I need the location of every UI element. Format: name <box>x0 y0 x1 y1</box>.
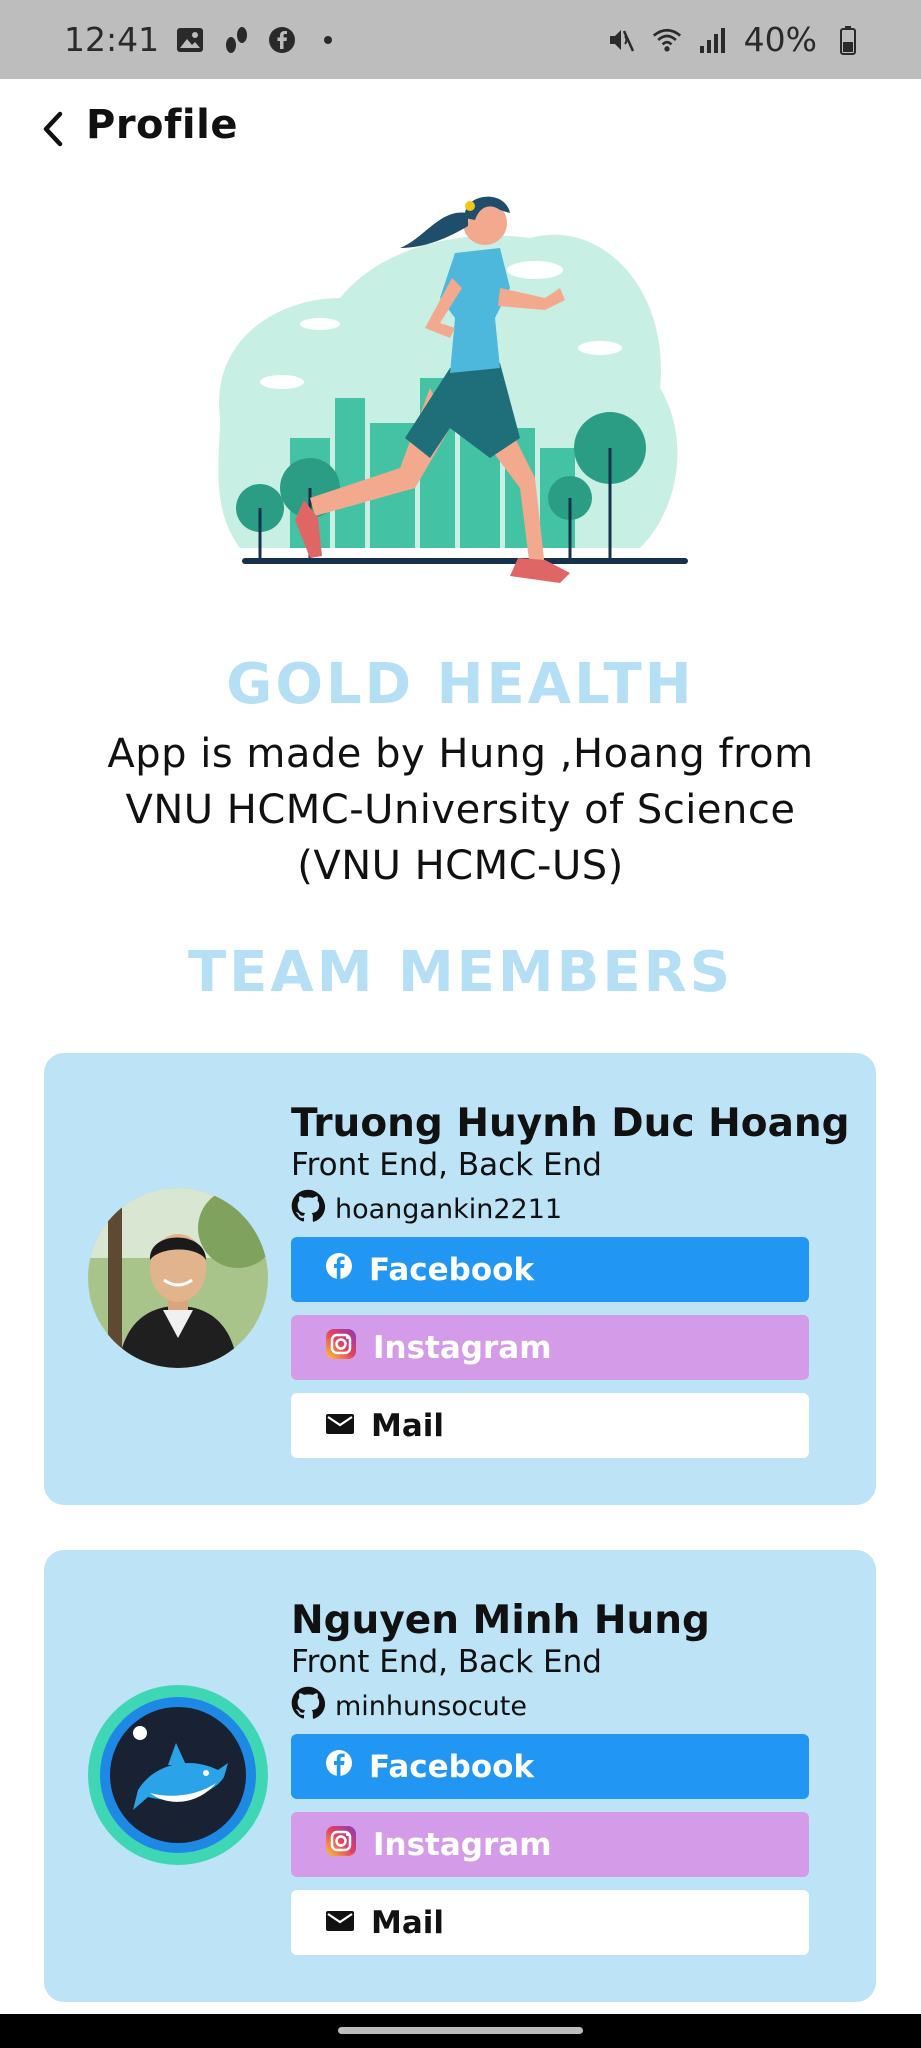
dot-icon <box>313 25 343 55</box>
member-role: Front End, Back End <box>291 1644 602 1680</box>
description-line: VNU HCMC-University of Science <box>125 787 796 833</box>
battery-percent: 40% <box>743 20 817 59</box>
github-link[interactable]: minhunsocute <box>291 1686 527 1727</box>
github-username: hoangankin2211 <box>335 1194 563 1225</box>
home-gesture-handle[interactable] <box>338 2027 583 2034</box>
github-link[interactable]: hoangankin2211 <box>291 1189 562 1230</box>
mail-button[interactable]: Mail <box>291 1890 809 1955</box>
instagram-button-label: Instagram <box>373 1329 552 1366</box>
member-card: Truong Huynh Duc Hoang Front End, Back E… <box>44 1053 876 1505</box>
mail-button-label: Mail <box>371 1904 445 1941</box>
app-name: GOLD HEALTH <box>226 652 695 717</box>
description-line: (VNU HCMC-US) <box>297 843 624 889</box>
status-bar: 12:41 40% <box>0 0 921 79</box>
app-description: App is made by Hung ,Hoang from VNU HCMC… <box>40 726 881 894</box>
member-name: Truong Huynh Duc Hoang <box>291 1101 850 1146</box>
system-navigation-bar <box>0 2014 921 2048</box>
facebook-icon <box>325 1252 353 1288</box>
gallery-icon <box>175 25 205 55</box>
signal-icon <box>698 25 728 55</box>
member-role: Front End, Back End <box>291 1147 602 1183</box>
github-username: minhunsocute <box>335 1691 527 1722</box>
battery-icon <box>833 25 863 55</box>
facebook-button-label: Facebook <box>369 1748 535 1785</box>
mute-icon <box>606 25 636 55</box>
member-card: Nguyen Minh Hung Front End, Back End min… <box>44 1550 876 2002</box>
instagram-button[interactable]: Instagram <box>291 1812 809 1877</box>
mail-icon <box>325 1408 355 1444</box>
mail-button[interactable]: Mail <box>291 1393 809 1458</box>
app-bar: Profile <box>0 96 921 162</box>
avatar <box>88 1685 268 1865</box>
facebook-icon <box>325 1749 353 1785</box>
instagram-button[interactable]: Instagram <box>291 1315 809 1380</box>
description-line: App is made by Hung ,Hoang from <box>107 731 814 777</box>
wifi-icon <box>652 25 682 55</box>
github-icon <box>291 1686 326 1727</box>
facebook-button[interactable]: Facebook <box>291 1734 809 1799</box>
mail-button-label: Mail <box>371 1407 445 1444</box>
mail-icon <box>325 1905 355 1941</box>
running-woman-illustration <box>200 188 720 608</box>
facebook-button[interactable]: Facebook <box>291 1237 809 1302</box>
team-members-heading: TEAM MEMBERS <box>187 940 734 1005</box>
avatar <box>88 1188 268 1368</box>
footsteps-icon <box>221 25 251 55</box>
instagram-icon <box>325 1825 357 1865</box>
back-arrow-icon[interactable] <box>38 108 70 150</box>
facebook-button-label: Facebook <box>369 1251 535 1288</box>
facebook-notification-icon <box>267 25 297 55</box>
page-title: Profile <box>86 102 238 148</box>
github-icon <box>291 1189 326 1230</box>
instagram-icon <box>325 1328 357 1368</box>
instagram-button-label: Instagram <box>373 1826 552 1863</box>
member-name: Nguyen Minh Hung <box>291 1598 710 1643</box>
status-time: 12:41 <box>64 20 160 59</box>
